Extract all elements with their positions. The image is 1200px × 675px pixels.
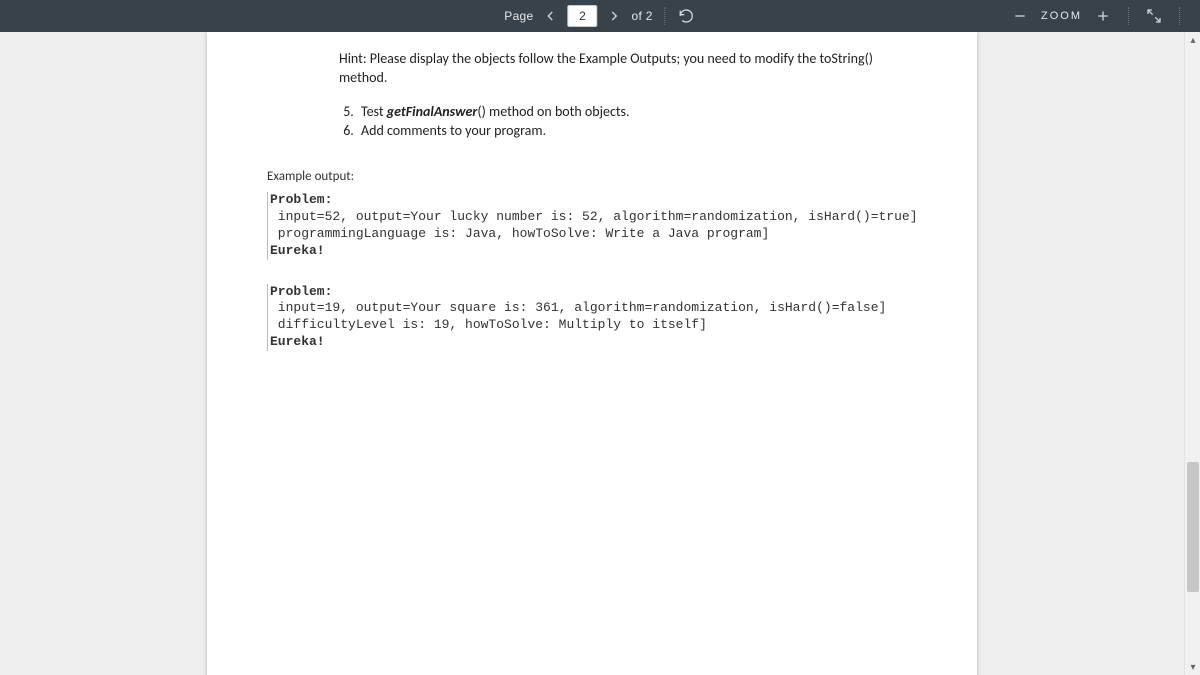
toolbar-separator	[665, 7, 666, 25]
vertical-scrollbar[interactable]: ▴ ▾	[1184, 32, 1200, 675]
zoom-in-button[interactable]	[1094, 7, 1112, 25]
example-output-label: Example output:	[267, 169, 917, 184]
page-total: of 2	[632, 9, 653, 23]
zoom-out-button[interactable]	[1011, 7, 1029, 25]
example-output-2: Problem: input=19, output=Your square is…	[267, 284, 917, 352]
prev-page-button[interactable]	[542, 7, 560, 25]
page-nav-group: Page of 2	[504, 5, 695, 27]
document-page: Hint: Please display the objects follow …	[207, 32, 977, 675]
page-label: Page	[504, 9, 533, 23]
toolbar-separator	[1128, 7, 1129, 25]
steps-list: Test getFinalAnswer() method on both obj…	[339, 102, 917, 141]
document-viewport[interactable]: Hint: Please display the objects follow …	[0, 32, 1184, 675]
toolbar-right-group: ZOOM	[1011, 7, 1200, 25]
list-item: Test getFinalAnswer() method on both obj…	[357, 102, 917, 122]
next-page-button[interactable]	[606, 7, 624, 25]
page-number-input[interactable]	[568, 5, 598, 27]
scrollbar-thumb[interactable]	[1187, 462, 1199, 592]
hint-text: Hint: Please display the objects follow …	[339, 50, 917, 88]
pdf-toolbar: Page of 2 ZOOM	[0, 0, 1200, 32]
refresh-icon[interactable]	[678, 7, 696, 25]
zoom-label: ZOOM	[1041, 10, 1082, 22]
scroll-down-button[interactable]: ▾	[1185, 659, 1200, 675]
collapse-icon[interactable]	[1145, 7, 1163, 25]
scroll-up-button[interactable]: ▴	[1185, 32, 1200, 48]
toolbar-separator	[1179, 7, 1180, 25]
list-item: Add comments to your program.	[357, 121, 917, 141]
example-output-1: Problem: input=52, output=Your lucky num…	[267, 192, 917, 260]
